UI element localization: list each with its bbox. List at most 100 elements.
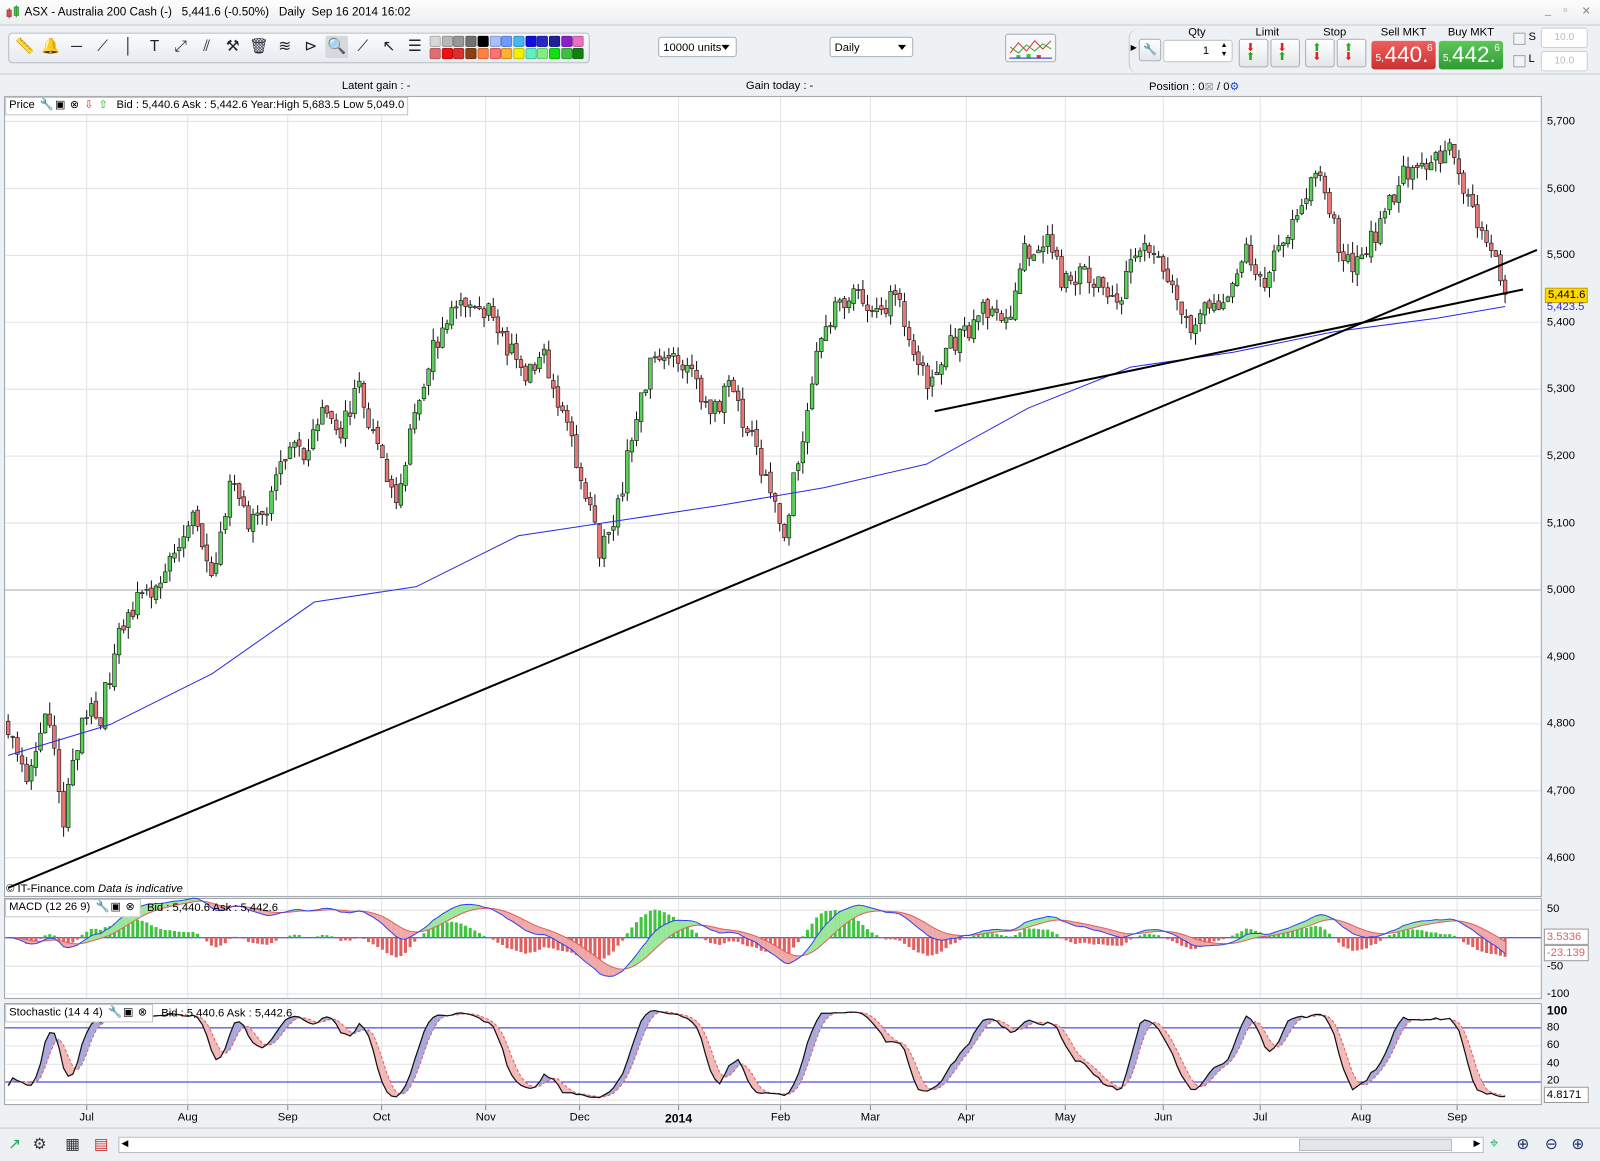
candle-up <box>251 514 255 531</box>
scrollbar-thumb[interactable] <box>1299 1139 1452 1151</box>
trendline <box>935 289 1523 411</box>
close-circle-icon[interactable]: ⊗ <box>137 1005 149 1020</box>
macd-histogram-bar <box>395 938 398 957</box>
calculator-icon[interactable]: ▦ <box>65 1135 79 1153</box>
macd-histogram-bar <box>390 938 393 956</box>
candle-down <box>856 290 860 291</box>
candle-up <box>1420 163 1424 166</box>
bottom-toolbar: ↗ ⚙ ▦ ▤ ◀ ▶ ⌖ ⊕ ⊖ ⊕ <box>0 1128 1600 1161</box>
macd-histogram-bar <box>737 938 740 942</box>
macd-histogram-bar <box>1212 938 1215 942</box>
candle-up <box>353 388 357 413</box>
candle-down <box>385 459 389 481</box>
window-icon[interactable]: ▣ <box>54 98 66 113</box>
candle-down <box>741 399 745 427</box>
macd-histogram-bar <box>787 938 790 954</box>
trendline <box>8 250 1537 888</box>
indicators-icon[interactable]: ⚙ <box>33 1135 47 1153</box>
candle-up <box>644 390 648 393</box>
candle-up <box>607 532 611 534</box>
candle-down <box>1027 246 1031 258</box>
candle-down <box>769 472 773 493</box>
candle-down <box>1337 219 1341 253</box>
zoom-in-icon[interactable]: ⊕ <box>1571 1135 1584 1153</box>
candle-up <box>191 512 195 526</box>
macd-histogram-bar <box>1323 930 1326 938</box>
candle-down <box>1415 165 1419 167</box>
candle-down <box>593 506 597 522</box>
horizontal-scrollbar[interactable]: ◀ ▶ <box>118 1137 1483 1153</box>
crosshair-icon[interactable]: ⌖ <box>1490 1135 1499 1152</box>
macd-histogram-bar <box>533 938 536 952</box>
download-icon[interactable]: ⇩ <box>83 98 95 113</box>
candle-up <box>39 733 43 750</box>
macd-histogram-bar <box>972 936 975 938</box>
candle-up <box>1138 251 1142 257</box>
candle-down <box>926 366 930 389</box>
candle-up <box>265 514 269 515</box>
price-legend: Price 🔧▣⊗⇩⇧ Bid : 5,440.6 Ask : 5,442.6 … <box>5 97 408 115</box>
chart-type-icon[interactable]: ▤ <box>94 1135 108 1153</box>
month-label: Sep <box>278 1111 298 1123</box>
candle-up <box>126 613 130 628</box>
macd-histogram-bar <box>1074 938 1077 944</box>
candle-down <box>1000 314 1004 321</box>
candle-up <box>274 475 278 491</box>
close-circle-icon[interactable]: ⊗ <box>124 900 136 915</box>
moving-average-line <box>8 307 1505 756</box>
macd-histogram-bar <box>1337 938 1340 943</box>
candle-up <box>889 291 893 316</box>
candle-down <box>746 429 750 433</box>
candle-up <box>1018 269 1022 294</box>
macd-histogram-bar <box>325 935 328 938</box>
price-tick: 5,700 <box>1547 115 1575 127</box>
candle-down <box>237 484 241 499</box>
macd-histogram-bar <box>903 938 906 944</box>
macd-histogram-bar <box>1328 934 1331 938</box>
export-chart-icon[interactable]: ↗ <box>8 1135 21 1153</box>
upload-icon[interactable]: ⇧ <box>97 98 109 113</box>
candle-up <box>404 466 408 486</box>
candle-down <box>916 352 920 365</box>
price-tick: 5,000 <box>1547 584 1575 596</box>
month-label: 2014 <box>665 1111 692 1125</box>
macd-histogram-bar <box>242 938 245 939</box>
macd-histogram-bar <box>1393 934 1396 938</box>
macd-histogram-bar <box>48 934 51 938</box>
macd-histogram-bar <box>547 938 550 948</box>
window-icon[interactable]: ▣ <box>122 1005 134 1020</box>
candle-down <box>1476 205 1480 228</box>
scroll-left-icon[interactable]: ◀ <box>121 1138 128 1149</box>
candle-up <box>930 377 934 386</box>
zoom-out-icon[interactable]: ⊖ <box>1545 1135 1558 1153</box>
candle-down <box>598 525 602 559</box>
candle-down <box>556 387 560 407</box>
candle-up <box>223 516 227 529</box>
scroll-right-icon[interactable]: ▶ <box>1474 1138 1481 1149</box>
candle-down <box>1115 294 1119 302</box>
wrench-icon[interactable]: 🔧 <box>108 1005 120 1020</box>
candle-down <box>482 309 486 318</box>
macd-histogram-bar <box>1471 938 1474 947</box>
wrench-icon[interactable]: 🔧 <box>95 900 107 915</box>
candle-down <box>11 736 15 737</box>
candle-up <box>441 328 445 347</box>
candle-up <box>408 429 412 464</box>
candle-down <box>658 356 662 360</box>
candle-down <box>893 291 897 295</box>
zoom-fit-icon[interactable]: ⊕ <box>1516 1135 1529 1153</box>
wrench-icon[interactable]: 🔧 <box>40 98 52 113</box>
candle-up <box>344 411 348 439</box>
candle-down <box>1092 284 1096 287</box>
macd-histogram-bar <box>889 938 892 940</box>
window-icon[interactable]: ▣ <box>110 900 122 915</box>
candle-up <box>990 309 994 315</box>
candle-down <box>99 718 103 726</box>
macd-histogram-bar <box>224 938 227 943</box>
candle-up <box>307 451 311 460</box>
macd-histogram-bar <box>866 929 869 938</box>
macd-histogram-bar <box>39 938 42 939</box>
macd-histogram-bar <box>191 932 194 938</box>
close-circle-icon[interactable]: ⊗ <box>68 98 80 113</box>
candle-up <box>1046 235 1050 247</box>
